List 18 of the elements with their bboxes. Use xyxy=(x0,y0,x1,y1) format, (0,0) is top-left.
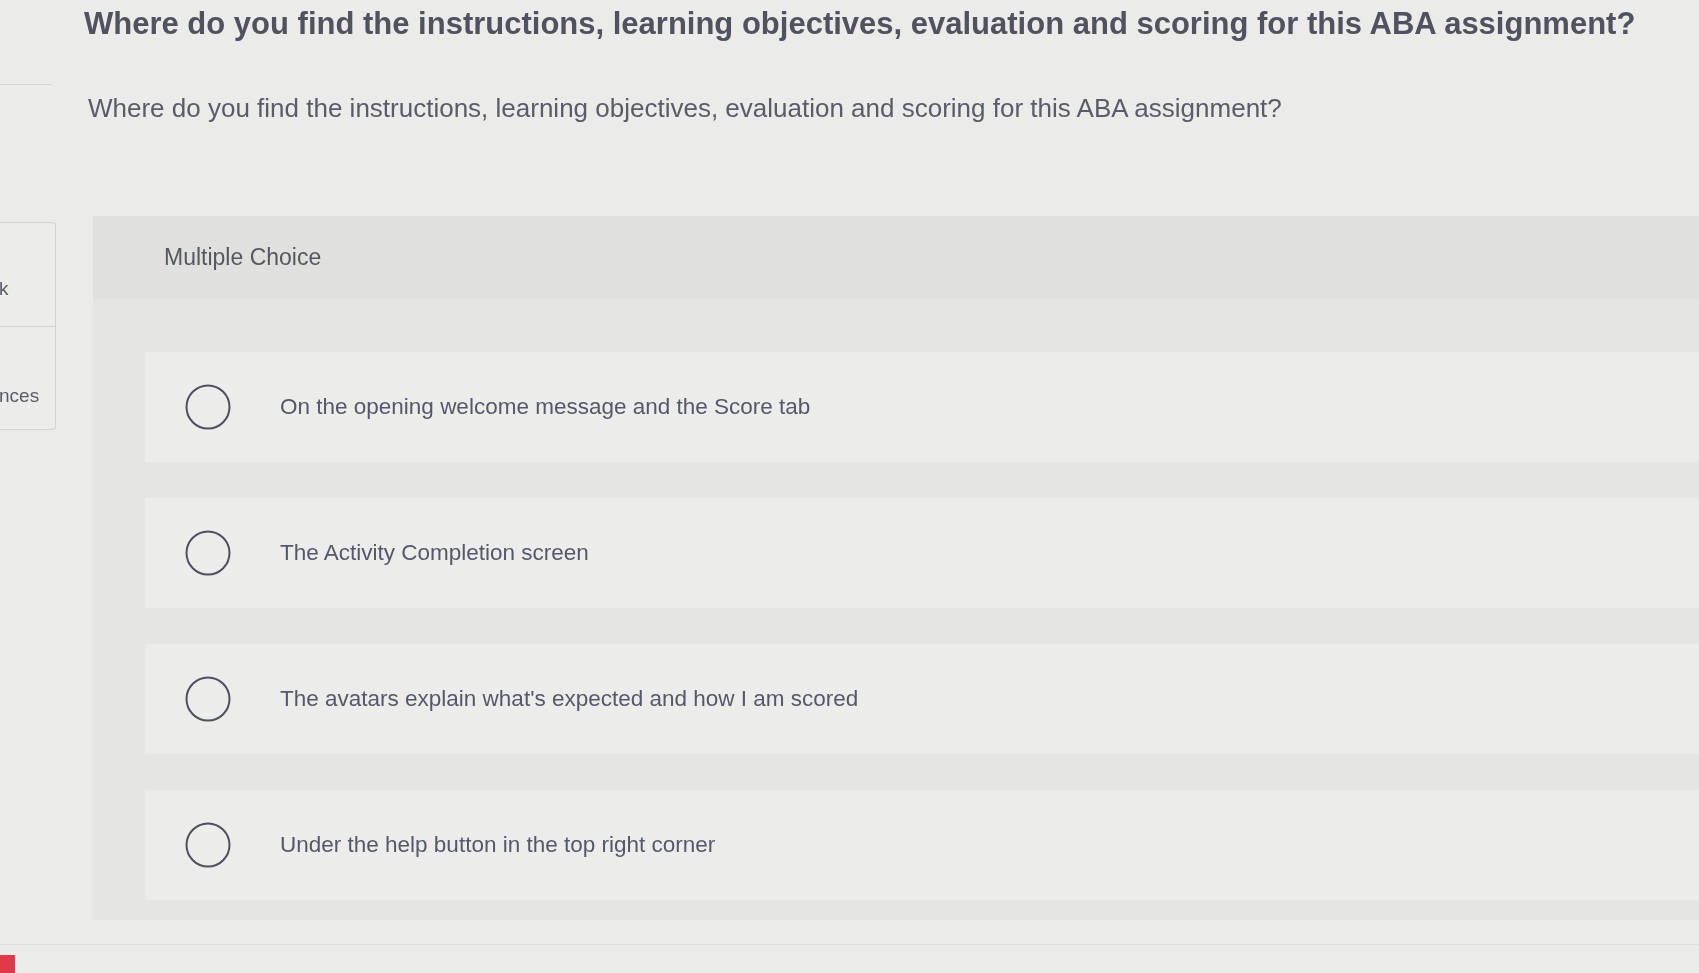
sidebar-item[interactable]: k xyxy=(0,278,9,300)
option-label: The avatars explain what's expected and how I am scored xyxy=(280,686,859,712)
answer-option[interactable]: The avatars explain what's expected and how I am scored xyxy=(145,644,1699,754)
radio-button-icon[interactable] xyxy=(185,530,231,576)
option-label: The Activity Completion screen xyxy=(280,540,589,566)
answer-option[interactable]: On the opening welcome message and the Score tab xyxy=(145,352,1699,462)
sidebar-item[interactable]: nces xyxy=(0,385,40,407)
corner-marker-icon xyxy=(0,955,15,973)
option-label: Under the help button in the top right corner xyxy=(280,832,716,858)
radio-button-icon[interactable] xyxy=(185,822,231,868)
radio-button-icon[interactable] xyxy=(185,676,231,722)
question-text: Where do you find the instructions, learning objectives, evaluation and scoring for this ABA assignment? xyxy=(88,92,1283,124)
option-label: On the opening welcome message and the Score tab xyxy=(280,394,811,420)
question-type-label: Multiple Choice xyxy=(164,244,322,271)
answer-option[interactable]: Under the help button in the top right corner xyxy=(145,790,1699,900)
answer-option[interactable]: The Activity Completion screen xyxy=(145,498,1699,608)
page-title: Where do you find the instructions, learning objectives, evaluation and scoring for this ABA assignment? xyxy=(84,6,1637,42)
radio-button-icon[interactable] xyxy=(185,384,231,430)
